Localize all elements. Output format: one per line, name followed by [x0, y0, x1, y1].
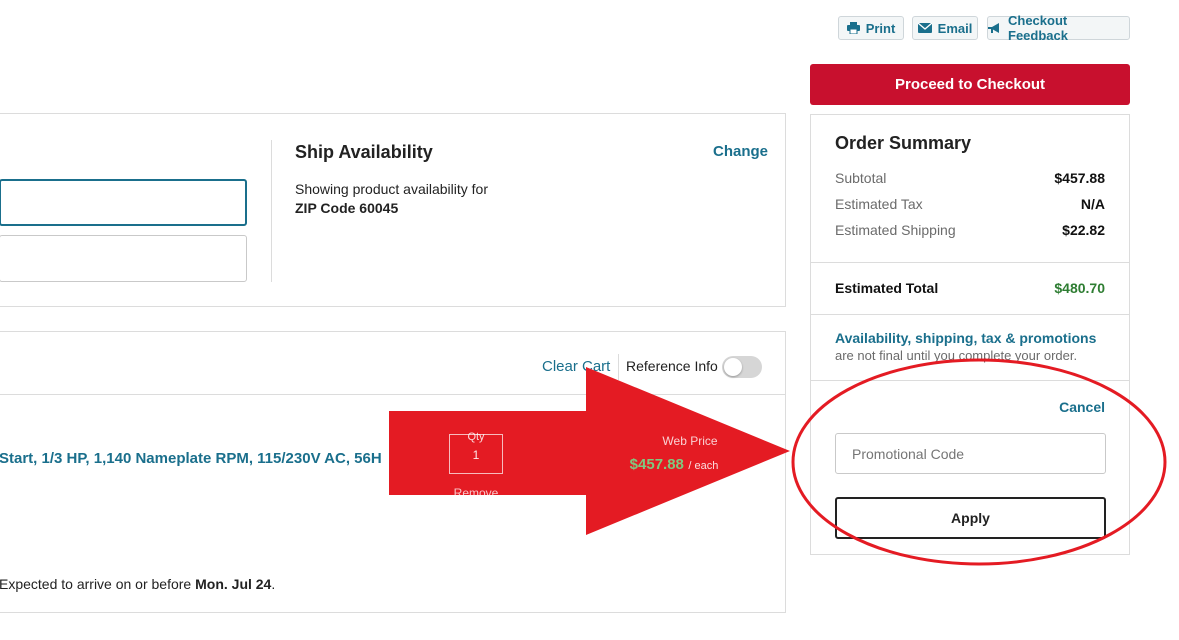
- annotation-ellipse: [791, 358, 1167, 566]
- red-circle-icon: [791, 358, 1167, 566]
